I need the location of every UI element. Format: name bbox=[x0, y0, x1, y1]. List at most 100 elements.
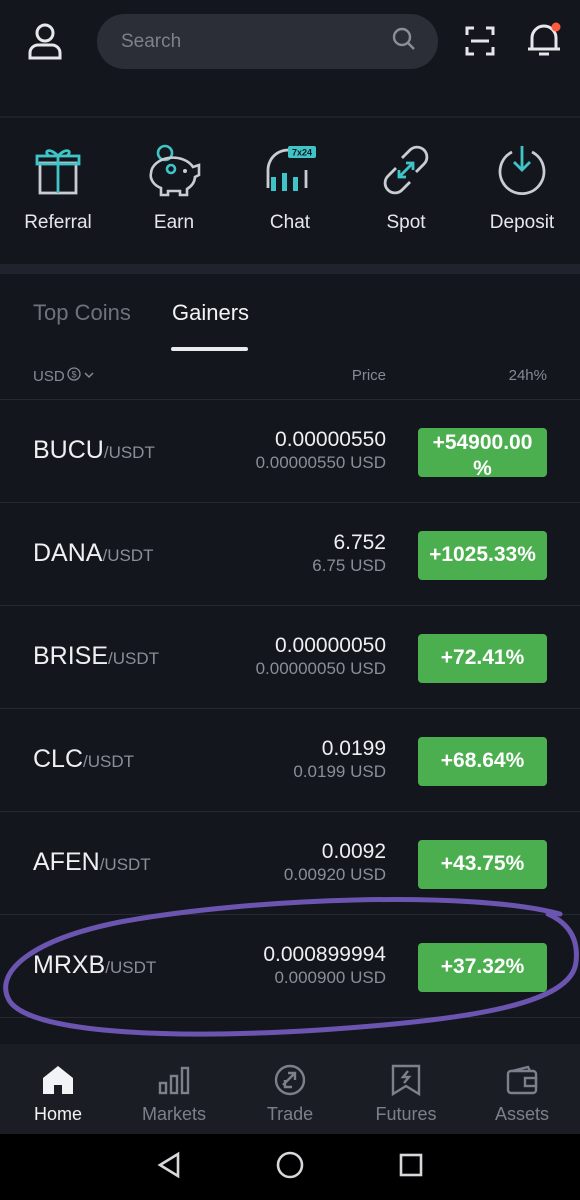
home-circle-icon[interactable] bbox=[275, 1150, 305, 1185]
shortcut-row: Referral Earn 7x24 Chat Spot Deposit bbox=[0, 118, 580, 264]
change-value: +68.64% bbox=[440, 749, 525, 772]
price-cell: 6.752 6.75 USD bbox=[312, 531, 386, 577]
table-row[interactable]: AFEN /USDT 0.0092 0.00920 USD +43.75% bbox=[0, 812, 580, 915]
home-icon bbox=[40, 1062, 76, 1098]
usd-price: 0.00920 USD bbox=[283, 865, 386, 884]
shortcut-label: Spot bbox=[386, 212, 426, 233]
pair-base: DANA bbox=[33, 539, 103, 567]
price-cell: 0.00000550 0.00000550 USD bbox=[256, 428, 386, 474]
gainers-list: BUCU /USDT 0.00000550 0.00000550 USD +54… bbox=[0, 400, 580, 1018]
shortcut-spot[interactable]: Spot bbox=[348, 118, 464, 264]
usd-price: 0.00000550 USD bbox=[255, 453, 386, 472]
change-badge[interactable]: +68.64% bbox=[418, 737, 547, 786]
pair-base: BUCU bbox=[33, 436, 104, 464]
chevron-down-icon bbox=[83, 368, 95, 385]
shortcut-deposit[interactable]: Deposit bbox=[464, 118, 580, 264]
shortcut-label: Deposit bbox=[489, 212, 555, 233]
trading-pair: BUCU /USDT bbox=[33, 436, 155, 465]
trade-icon bbox=[272, 1062, 308, 1098]
usd-price: 6.75 USD bbox=[312, 556, 386, 575]
download-circle-icon bbox=[492, 140, 552, 200]
recents-icon[interactable] bbox=[398, 1152, 424, 1183]
last-price: 0.0092 bbox=[321, 840, 386, 863]
table-header: USD $ Price 24h% bbox=[0, 354, 580, 400]
shortcut-label: Earn bbox=[153, 212, 195, 233]
table-row[interactable]: MRXB /USDT 0.000899994 0.000900 USD +37.… bbox=[0, 915, 580, 1018]
last-price: 0.00000550 bbox=[275, 428, 386, 451]
shortcut-label: Chat bbox=[269, 212, 311, 233]
price-cell: 0.00000050 0.00000050 USD bbox=[256, 634, 386, 680]
tab-top-coins[interactable]: Top Coins bbox=[33, 300, 131, 326]
last-price: 0.000899994 bbox=[263, 943, 386, 966]
table-row[interactable]: CLC /USDT 0.0199 0.0199 USD +68.64% bbox=[0, 709, 580, 812]
currency-selector[interactable]: USD $ bbox=[33, 367, 95, 385]
change-value: +72.41% bbox=[440, 646, 525, 669]
bell-icon[interactable] bbox=[518, 12, 570, 68]
change-badge[interactable]: +54900.00 % bbox=[418, 428, 547, 477]
pair-quote: /USDT bbox=[83, 752, 135, 771]
table-row[interactable]: BRISE /USDT 0.00000050 0.00000050 USD +7… bbox=[0, 606, 580, 709]
trading-pair: MRXB /USDT bbox=[33, 951, 156, 980]
shortcut-earn[interactable]: Earn bbox=[116, 118, 232, 264]
pair-quote: /USDT bbox=[105, 958, 157, 977]
svg-text:$: $ bbox=[71, 369, 76, 379]
nav-label: Assets bbox=[494, 1104, 550, 1124]
pair-base: MRXB bbox=[33, 951, 106, 979]
trading-pair: AFEN /USDT bbox=[33, 848, 151, 877]
pair-quote: /USDT bbox=[99, 855, 151, 874]
table-row[interactable]: BUCU /USDT 0.00000550 0.00000550 USD +54… bbox=[0, 400, 580, 503]
notification-dot bbox=[551, 22, 561, 32]
pair-quote: /USDT bbox=[103, 443, 155, 462]
link-arrows-icon bbox=[376, 140, 436, 200]
nav-futures[interactable]: Futures bbox=[348, 1044, 464, 1134]
pair-quote: /USDT bbox=[108, 649, 160, 668]
nav-label: Trade bbox=[266, 1104, 314, 1124]
shortcut-label: Referral bbox=[24, 212, 92, 233]
change-value: +43.75% bbox=[440, 852, 525, 875]
top-bar: Search bbox=[0, 0, 580, 84]
change-badge[interactable]: +43.75% bbox=[418, 840, 547, 889]
pair-base: AFEN bbox=[33, 848, 100, 876]
change-badge[interactable]: +72.41% bbox=[418, 634, 547, 683]
change-column-header[interactable]: 24h% bbox=[509, 367, 547, 384]
tab-gainers[interactable]: Gainers bbox=[172, 300, 249, 326]
table-row[interactable]: DANA /USDT 6.752 6.75 USD +1025.33% bbox=[0, 503, 580, 606]
price-column-header[interactable]: Price bbox=[352, 367, 386, 384]
search-icon[interactable] bbox=[392, 27, 416, 56]
dollar-circle-icon: $ bbox=[67, 367, 81, 385]
pair-quote: /USDT bbox=[102, 546, 154, 565]
price-cell: 0.0092 0.00920 USD bbox=[284, 840, 386, 886]
currency-label: USD bbox=[33, 367, 65, 385]
market-tabs: Top Coins Gainers bbox=[0, 274, 580, 354]
nav-label: Home bbox=[33, 1104, 82, 1124]
system-navigation-bar bbox=[0, 1134, 580, 1200]
futures-icon bbox=[388, 1062, 424, 1098]
nav-markets[interactable]: Markets bbox=[116, 1044, 232, 1134]
trading-pair: CLC /USDT bbox=[33, 745, 134, 774]
scan-icon[interactable] bbox=[456, 14, 504, 68]
pair-base: CLC bbox=[33, 745, 84, 773]
user-icon[interactable] bbox=[18, 14, 72, 68]
gift-icon bbox=[28, 140, 88, 200]
shortcut-referral[interactable]: Referral bbox=[0, 118, 116, 264]
trading-pair: DANA /USDT bbox=[33, 539, 153, 568]
trading-pair: BRISE /USDT bbox=[33, 642, 159, 671]
change-badge[interactable]: +37.32% bbox=[418, 943, 547, 992]
usd-price: 0.000900 USD bbox=[274, 968, 386, 987]
change-value: +1025.33% bbox=[429, 543, 536, 566]
wallet-icon bbox=[504, 1062, 540, 1098]
piggy-bank-icon bbox=[144, 140, 204, 200]
change-value: +54900.00 % bbox=[432, 431, 533, 477]
nav-label: Markets bbox=[141, 1104, 206, 1124]
nav-trade[interactable]: Trade bbox=[232, 1044, 348, 1134]
usd-price: 0.00000050 USD bbox=[255, 659, 386, 678]
nav-label: Futures bbox=[375, 1104, 437, 1124]
back-icon[interactable] bbox=[156, 1151, 182, 1184]
bar-chart-icon bbox=[156, 1062, 192, 1098]
last-price: 0.00000050 bbox=[275, 634, 386, 657]
change-badge[interactable]: +1025.33% bbox=[418, 531, 547, 580]
nav-assets[interactable]: Assets bbox=[464, 1044, 580, 1134]
shortcut-chat[interactable]: 7x24 Chat bbox=[232, 118, 348, 264]
search-input[interactable]: Search bbox=[97, 14, 438, 69]
nav-home[interactable]: Home bbox=[0, 1044, 116, 1134]
